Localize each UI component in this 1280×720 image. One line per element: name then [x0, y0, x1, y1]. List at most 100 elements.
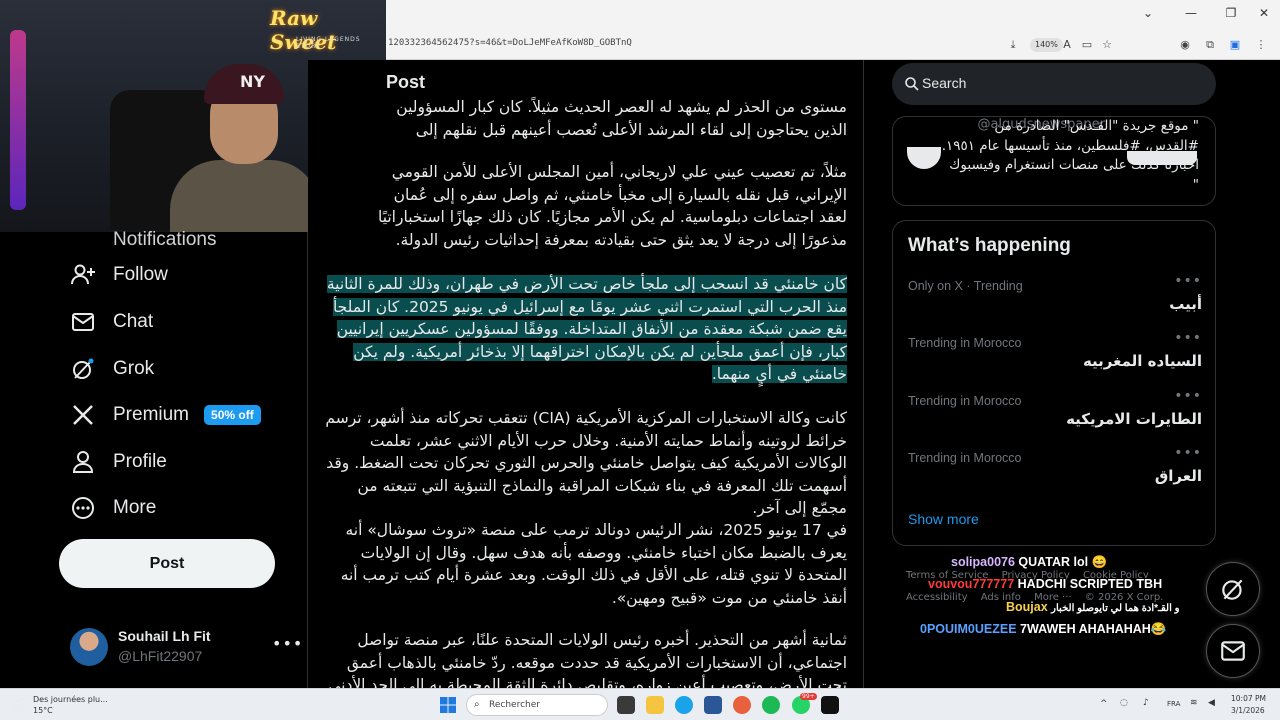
volume-icon[interactable]: ◀ — [1208, 698, 1215, 708]
chat-text: HADCHI SCRIPTED TBH — [1017, 577, 1163, 591]
cap-logo-icon: NY — [240, 72, 265, 91]
nav-label: Premium — [113, 404, 190, 425]
neon-light — [10, 30, 26, 210]
account-switcher[interactable]: Souhail Lh Fit @LhFit22907 ••• — [70, 628, 303, 668]
chat-user: 0POUIM0UEZEE — [920, 622, 1017, 636]
trend-item[interactable]: Trending in Morocco ••• الطايرات الامريك… — [908, 388, 1202, 444]
spotify-icon[interactable] — [762, 696, 780, 714]
trend-context: Only on X · Trending — [908, 279, 1023, 293]
trend-context: Trending in Morocco — [908, 336, 1022, 350]
maximize-icon[interactable]: ❐ — [1221, 6, 1241, 24]
menu-icon[interactable]: ⋮ — [1254, 38, 1268, 52]
reader-icon[interactable]: ▭ — [1080, 38, 1094, 52]
nav-notifications[interactable]: Notifications — [70, 220, 217, 260]
account-handle: @LhFit22907 — [118, 648, 203, 664]
nav-profile[interactable]: Profile — [70, 442, 167, 482]
browser-chrome: ⌄ — ❐ ✕ 120332364562475?s=46&t=DoLJeMFeA… — [386, 0, 1280, 60]
footer-link[interactable]: Accessibility — [906, 592, 968, 603]
mail-icon — [1221, 641, 1245, 661]
weather-icon[interactable]: 🌧 — [12, 698, 28, 712]
more-dots-icon[interactable]: ••• — [1174, 388, 1202, 404]
wifi-icon[interactable]: ≋ — [1190, 698, 1198, 708]
trend-item[interactable]: Trending in Morocco ••• السياده المغربيه — [908, 330, 1202, 386]
embedded-tweet-card[interactable]: @alqudsnewspaper " موقع جريدة "القـدس" ا… — [892, 116, 1216, 206]
taskbar: 🌧 Des journées plu... 15°C ⌕ Rechercher … — [0, 688, 1280, 720]
whats-happening-panel: What’s happening Only on X · Trending ••… — [892, 220, 1216, 546]
url-text[interactable]: 120332364562475?s=46&t=DoLJeMFeAfKoW8D_G… — [388, 38, 632, 48]
file-explorer-icon[interactable] — [646, 696, 664, 714]
avatar[interactable] — [70, 628, 108, 666]
clock-time[interactable]: 10:07 PM — [1231, 694, 1266, 703]
translate-extension-icon[interactable]: ▣ — [1228, 38, 1242, 52]
nav-label: Chat — [113, 311, 154, 332]
language-indicator[interactable]: FRA — [1167, 700, 1180, 708]
account-icon[interactable]: ◉ — [1178, 38, 1192, 52]
tab-list-chevron-icon[interactable]: ⌄ — [1138, 6, 1158, 24]
stream-logo-subtitle: LIVING LEGENDS STORE — [296, 36, 361, 50]
more-dots-icon[interactable]: ••• — [1174, 330, 1202, 346]
panel-title: What’s happening — [908, 235, 1071, 256]
address-bar[interactable]: 120332364562475?s=46&t=DoLJeMFeAfKoW8D_G… — [386, 32, 1280, 58]
grok-floating-button[interactable] — [1206, 562, 1260, 616]
more-dots-icon[interactable]: ••• — [1174, 445, 1202, 461]
nav-premium[interactable]: Premium 50% off — [70, 395, 261, 435]
trend-name: العراق — [1154, 467, 1202, 485]
more-dots-icon[interactable]: ••• — [1174, 273, 1202, 289]
zoom-level[interactable]: 140% — [1030, 38, 1063, 52]
network-icon[interactable]: ◌ — [1120, 698, 1128, 708]
tray-chevron-icon[interactable]: ^ — [1100, 699, 1108, 709]
post-button[interactable]: Post — [59, 539, 275, 588]
trend-context: Trending in Morocco — [908, 394, 1022, 408]
post-paragraph: ثمانية أشهر من التحذير. أخبره رئيس الولا… — [323, 631, 847, 688]
nav-grok[interactable]: Grok — [70, 349, 154, 389]
store-icon[interactable] — [704, 696, 722, 714]
show-more-link[interactable]: Show more — [908, 511, 979, 527]
post-paragraph: في 17 يونيو 2025، نشر الرئيس دونالد ترمب… — [340, 521, 847, 607]
tweet-text: " موقع جريدة "القـدس" الصادرة من #القدس،… — [941, 118, 1199, 193]
search-input[interactable]: Search — [892, 63, 1216, 105]
nav-chat[interactable]: Chat — [70, 302, 153, 342]
whatsapp-badge: 99+ — [800, 693, 817, 700]
close-icon[interactable]: ✕ — [1254, 6, 1274, 24]
extensions-icon[interactable]: ⧉ — [1203, 38, 1217, 52]
page-title: Post — [386, 72, 426, 92]
mail-icon — [70, 309, 96, 335]
nav-label: Grok — [113, 358, 155, 379]
minimize-icon[interactable]: — — [1181, 6, 1201, 24]
nav-follow[interactable]: Follow — [70, 255, 168, 295]
taskbar-search[interactable]: ⌕ Rechercher — [466, 694, 608, 716]
grok-icon — [70, 356, 96, 382]
nav-more[interactable]: More — [70, 488, 156, 528]
chat-user: Boujax — [1006, 600, 1048, 614]
trend-item[interactable]: Trending in Morocco ••• العراق — [908, 445, 1202, 501]
download-icon[interactable]: ⤓ — [1006, 38, 1020, 52]
firefox-icon[interactable] — [733, 696, 751, 714]
windows-start-icon[interactable] — [440, 697, 456, 713]
post-paragraph: مثلاً، تم تعصيب عيني علي لاريجاني، أمين … — [377, 163, 847, 249]
more-circle-icon — [70, 495, 96, 521]
clock-date[interactable]: 3/1/2026 — [1231, 706, 1265, 715]
post-paragraph: كانت وكالة الاستخبارات المركزية الأمريكي… — [325, 409, 847, 518]
edge-icon[interactable] — [675, 696, 693, 714]
chat-message: solipa0076 QUATAR lol 😄 — [951, 555, 1107, 570]
nav-label: Profile — [113, 451, 167, 472]
browser-tab-bar: ⌄ — ❐ ✕ — [386, 0, 1280, 30]
task-view-icon[interactable] — [617, 696, 635, 714]
translate-icon[interactable]: A — [1060, 38, 1074, 52]
main-column: Post مستوى من الحذر لم يشهد له العصر الح… — [308, 60, 864, 688]
nav-label: More — [113, 497, 157, 518]
chat-user: vouvou777777 — [928, 577, 1015, 591]
trend-item[interactable]: Only on X · Trending ••• أبيب — [908, 273, 1202, 329]
more-dots-icon[interactable]: ••• — [272, 634, 303, 653]
microphone-icon[interactable]: ♪ — [1143, 698, 1149, 708]
weather-description[interactable]: Des journées plu... — [33, 695, 108, 704]
follow-icon — [70, 262, 96, 288]
nav-label: Notifications — [113, 229, 217, 250]
messages-floating-button[interactable] — [1206, 624, 1260, 678]
favorite-star-icon[interactable]: ☆ — [1100, 38, 1114, 52]
weather-temperature[interactable]: 15°C — [33, 706, 53, 715]
premium-discount-badge: 50% off — [204, 405, 261, 425]
obs-icon[interactable] — [821, 696, 839, 714]
search-icon — [904, 76, 920, 92]
search-icon: ⌕ — [474, 699, 480, 710]
